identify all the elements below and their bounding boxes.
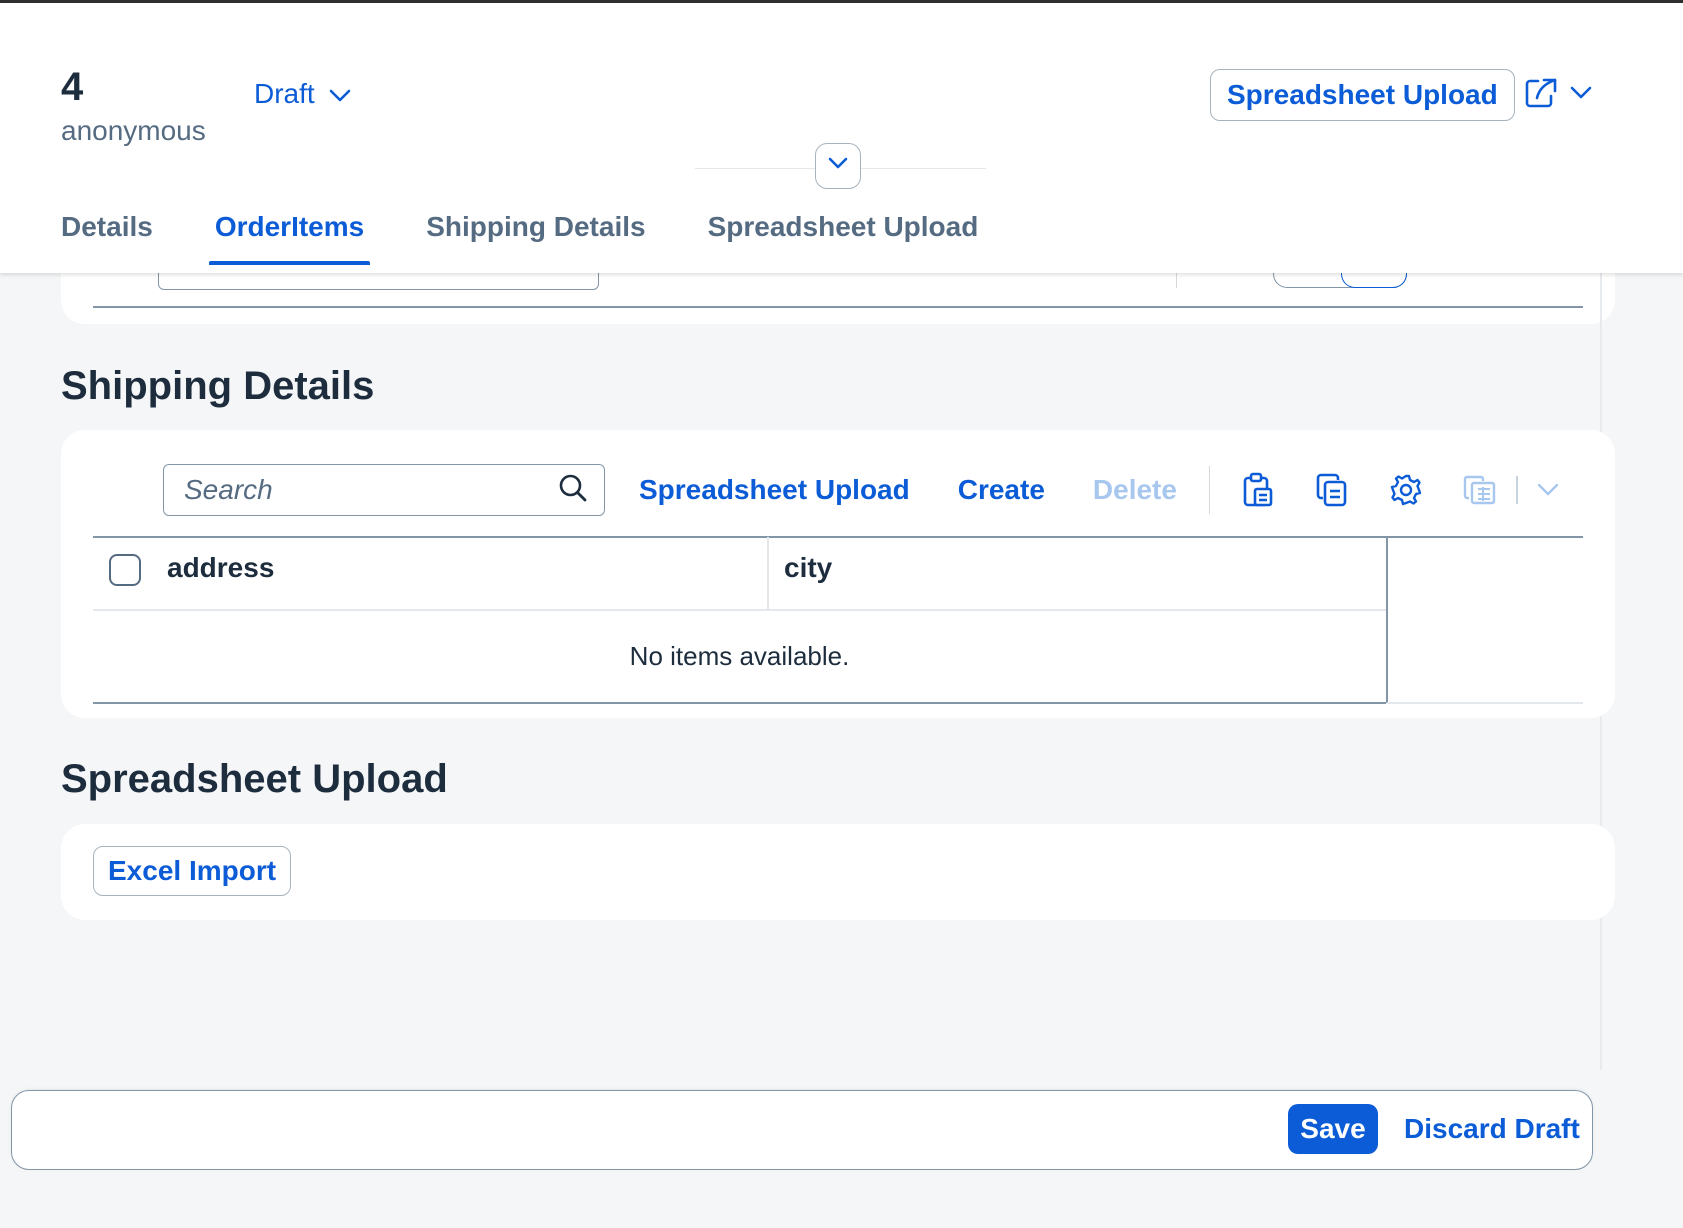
save-button[interactable]: Save	[1288, 1104, 1378, 1154]
spreadsheet-upload-card: Excel Import	[61, 824, 1615, 920]
tab-orderitems[interactable]: OrderItems	[208, 211, 371, 265]
tab-shipping-details[interactable]: Shipping Details	[426, 211, 645, 265]
collapse-divider-left	[695, 168, 815, 169]
chevron-down-icon	[828, 157, 848, 175]
table-bottom-border-extension	[1387, 702, 1583, 704]
empty-table-message: No items available.	[629, 640, 850, 671]
object-title: 4	[61, 65, 84, 109]
toolbar-separator	[1208, 466, 1211, 514]
header-spreadsheet-upload-button[interactable]: Spreadsheet Upload	[1210, 69, 1515, 121]
collapse-header-button[interactable]	[815, 143, 861, 189]
create-button[interactable]: Create	[958, 474, 1045, 506]
discard-draft-button[interactable]: Discard Draft	[1404, 1104, 1580, 1154]
shipping-details-card: Spreadsheet Upload Create Delete	[61, 430, 1615, 718]
paste-icon[interactable]	[1238, 470, 1278, 510]
search-field[interactable]	[163, 464, 605, 516]
tab-spreadsheet-upload[interactable]: Spreadsheet Upload	[708, 211, 979, 265]
column-divider	[767, 537, 769, 609]
shipping-details-title: Shipping Details	[61, 364, 375, 408]
chevron-down-icon	[329, 78, 351, 110]
chevron-down-icon[interactable]	[1528, 470, 1568, 510]
object-page-header: 4 anonymous Draft Spreadsheet Upload Det…	[0, 3, 1683, 273]
share-menu-button[interactable]	[1524, 77, 1592, 114]
collapse-divider-right	[861, 168, 986, 169]
draft-status-select[interactable]: Draft	[254, 78, 351, 110]
table-bottom-border	[93, 702, 1386, 704]
tab-details[interactable]: Details	[61, 211, 153, 265]
export-spreadsheet-icon[interactable]	[1460, 470, 1500, 510]
copy-icon[interactable]	[1312, 470, 1352, 510]
search-input[interactable]	[184, 474, 544, 506]
spreadsheet-upload-button[interactable]: Spreadsheet Upload	[639, 474, 910, 506]
chevron-down-icon	[1570, 86, 1592, 105]
table-right-border	[1386, 537, 1388, 703]
search-icon[interactable]	[558, 473, 588, 508]
share-icon	[1524, 77, 1558, 114]
table-top-border	[93, 536, 1583, 538]
shipping-table-toolbar: Spreadsheet Upload Create Delete	[163, 464, 1568, 516]
delete-button[interactable]: Delete	[1093, 474, 1177, 506]
column-header-address[interactable]: address	[167, 552, 274, 584]
table-border-line	[93, 306, 1583, 308]
excel-import-button[interactable]: Excel Import	[93, 846, 292, 896]
settings-gear-icon[interactable]	[1386, 470, 1426, 510]
footer-bar: Save Discard Draft	[11, 1090, 1593, 1170]
select-all-checkbox[interactable]	[109, 554, 141, 586]
draft-status-label: Draft	[254, 78, 315, 109]
section-tabs: Details OrderItems Shipping Details Spre…	[61, 211, 1040, 265]
menu-separator	[1516, 476, 1518, 504]
object-subtitle: anonymous	[61, 115, 206, 146]
column-header-city[interactable]: city	[784, 552, 832, 584]
spreadsheet-upload-title: Spreadsheet Upload	[61, 757, 448, 801]
